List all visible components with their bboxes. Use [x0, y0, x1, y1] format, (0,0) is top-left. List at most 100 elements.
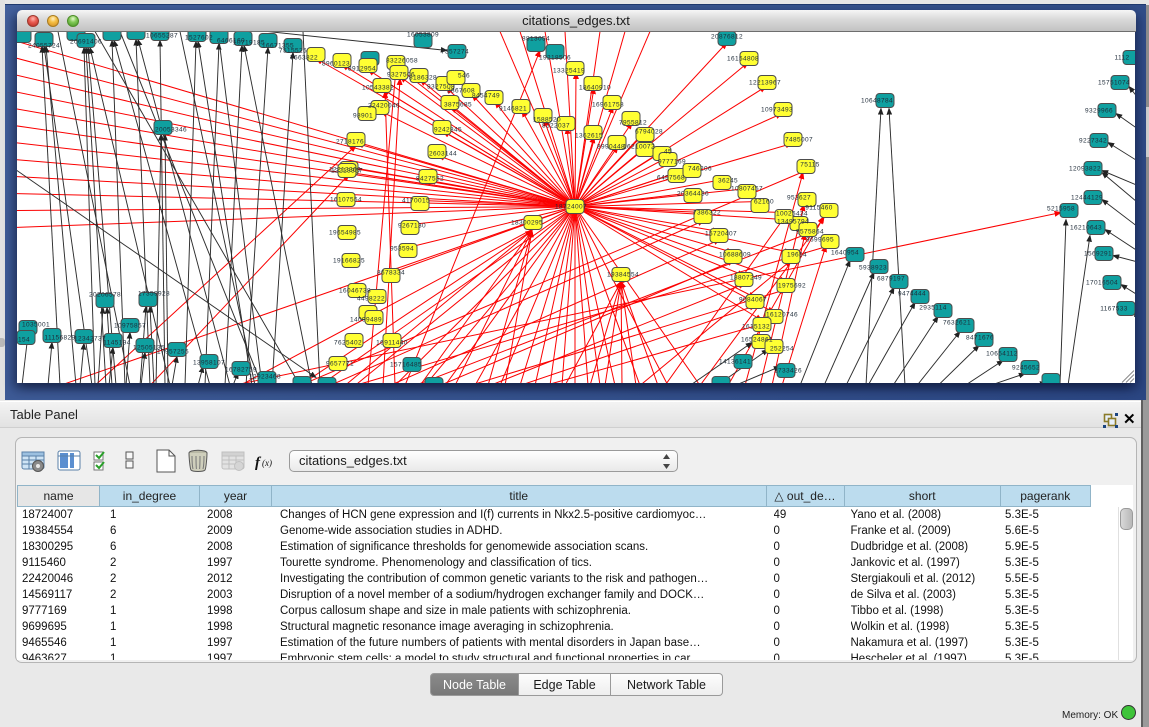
- svg-text:1640954: 1640954: [830, 250, 858, 257]
- svg-text:9242845: 9242845: [433, 127, 461, 134]
- svg-text:22420046: 22420046: [367, 103, 399, 110]
- svg-text:746206: 746206: [687, 166, 711, 173]
- svg-text:83226058: 83226058: [385, 58, 417, 65]
- svg-text:9245652: 9245652: [1011, 365, 1039, 372]
- svg-text:16961758: 16961758: [591, 102, 623, 109]
- svg-text:546: 546: [457, 73, 469, 80]
- svg-text:15751074: 15751074: [1097, 80, 1129, 87]
- svg-text:45: 45: [663, 149, 671, 156]
- svg-text:6497568: 6497568: [656, 175, 684, 182]
- svg-text:16911440: 16911440: [376, 340, 408, 347]
- svg-text:9777169: 9777169: [657, 159, 685, 166]
- svg-text:1733426: 1733426: [773, 368, 801, 375]
- svg-text:12213967: 12213967: [748, 80, 780, 87]
- svg-text:1975692: 1975692: [777, 283, 805, 290]
- svg-text:9267130: 9267130: [397, 223, 425, 230]
- svg-text:62160: 62160: [753, 199, 773, 206]
- svg-text:17359928: 17359928: [137, 291, 169, 298]
- svg-text:20876812: 20876812: [710, 34, 742, 41]
- svg-text:8960123: 8960123: [321, 61, 349, 68]
- svg-text:10655287: 10655287: [145, 33, 177, 40]
- svg-text:12213367: 12213367: [330, 168, 362, 175]
- svg-text:11156829: 11156829: [44, 335, 75, 342]
- svg-text:1569291: 1569291: [1083, 251, 1111, 258]
- svg-text:7625402: 7625402: [333, 340, 361, 347]
- svg-text:10975857: 10975857: [113, 323, 145, 330]
- svg-text:14099489: 14099489: [349, 317, 381, 324]
- svg-text:(x): (x): [262, 458, 272, 468]
- svg-text:8454749: 8454749: [471, 93, 499, 100]
- svg-text:2935114: 2935114: [919, 305, 947, 312]
- svg-text:18807249: 18807249: [729, 275, 761, 282]
- svg-text:8678334: 8678334: [376, 270, 404, 277]
- svg-text:10807457: 10807457: [730, 186, 762, 193]
- svg-text:16107554: 16107554: [329, 197, 361, 204]
- svg-text:17957255: 17957255: [156, 349, 188, 356]
- svg-text:1145194: 1145194: [103, 340, 131, 347]
- svg-text:18724007: 18724007: [554, 204, 586, 211]
- svg-text:13495794: 13495794: [776, 219, 808, 226]
- svg-text:12342737: 12342737: [73, 336, 105, 343]
- svg-text:953594: 953594: [389, 246, 413, 253]
- svg-text:14136141: 14136141: [718, 359, 750, 366]
- svg-text:3875685: 3875685: [443, 102, 471, 109]
- svg-text:2718176: 2718176: [335, 139, 363, 146]
- svg-text:7955812: 7955812: [618, 120, 646, 127]
- svg-text:12093822: 12093822: [1068, 166, 1100, 173]
- svg-text:1615132: 1615132: [741, 324, 769, 331]
- svg-text:15716485: 15716485: [389, 362, 421, 369]
- svg-text:8427552: 8427552: [415, 176, 443, 183]
- svg-text:252254: 252254: [769, 346, 793, 353]
- svg-text:7485007: 7485007: [784, 137, 812, 144]
- svg-text:20364436: 20364436: [676, 191, 708, 198]
- svg-text:24055724: 24055724: [27, 43, 59, 50]
- svg-text:4170015: 4170015: [401, 198, 429, 205]
- svg-text:16210072: 16210072: [622, 144, 654, 151]
- svg-text:6794028: 6794028: [634, 129, 662, 136]
- svg-text:7515525: 7515525: [278, 48, 306, 55]
- svg-text:1167533: 1167533: [1100, 306, 1128, 313]
- svg-text:75115: 75115: [800, 162, 820, 169]
- svg-text:36245: 36245: [717, 178, 737, 185]
- svg-text:12923468: 12923468: [248, 374, 280, 381]
- svg-text:1035001: 1035001: [21, 322, 49, 329]
- svg-text:19218506: 19218506: [538, 55, 570, 62]
- svg-text:8990448: 8990448: [596, 144, 624, 151]
- svg-text:20691406: 20691406: [69, 39, 101, 46]
- svg-text:f: f: [255, 455, 262, 471]
- svg-text:13958107: 13958107: [192, 360, 224, 367]
- svg-text:19654985: 19654985: [328, 230, 360, 237]
- svg-text:5938923: 5938923: [858, 265, 886, 272]
- svg-text:9115460: 9115460: [805, 205, 833, 212]
- svg-text:98901: 98901: [352, 113, 372, 120]
- svg-text:10025434: 10025434: [775, 211, 807, 218]
- svg-text:15720407: 15720407: [704, 231, 736, 238]
- svg-text:5215958: 5215958: [1046, 206, 1074, 213]
- svg-text:12444129: 12444129: [1070, 195, 1102, 202]
- svg-text:9329966: 9329966: [1084, 108, 1112, 115]
- svg-text:1527602: 1527602: [184, 35, 212, 42]
- svg-text:953627: 953627: [786, 195, 810, 202]
- svg-text:16524861: 16524861: [740, 337, 772, 344]
- svg-text:10973493: 10973493: [760, 107, 792, 114]
- svg-text:9227342: 9227342: [1078, 138, 1106, 145]
- svg-text:10719185: 10719185: [232, 40, 264, 47]
- svg-text:9657771: 9657771: [325, 361, 353, 368]
- svg-text:9474444: 9474444: [897, 291, 925, 298]
- svg-text:1112: 1112: [1114, 55, 1129, 62]
- svg-text:16782759: 16782759: [224, 367, 256, 374]
- svg-text:7663822: 7663822: [289, 55, 317, 62]
- svg-text:13325419: 13325419: [552, 68, 584, 75]
- svg-text:18640910: 18640910: [578, 85, 610, 92]
- svg-text:10543382: 10543382: [361, 85, 393, 92]
- svg-text:8471676: 8471676: [965, 335, 993, 342]
- svg-text:17016504: 17016504: [1085, 280, 1117, 287]
- svg-text:9699695: 9699695: [805, 237, 833, 244]
- svg-text:10654112: 10654112: [986, 351, 1018, 358]
- svg-text:16210643: 16210643: [1069, 225, 1101, 232]
- svg-text:10648784: 10648784: [860, 98, 892, 105]
- svg-text:8322037: 8322037: [541, 123, 569, 130]
- svg-text:7357274: 7357274: [440, 49, 468, 56]
- svg-text:16046738: 16046738: [338, 288, 370, 295]
- svg-text:19654: 19654: [786, 252, 806, 259]
